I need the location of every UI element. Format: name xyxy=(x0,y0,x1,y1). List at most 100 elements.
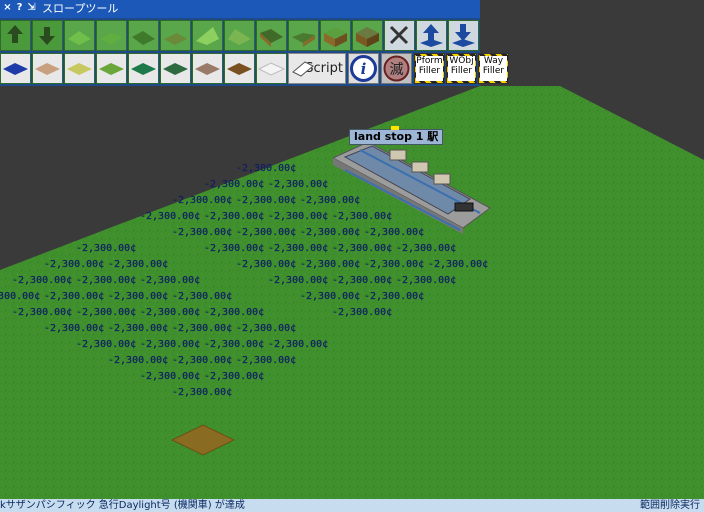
cost-label: -2,300.00¢ xyxy=(0,291,40,302)
cost-label: -2,300.00¢ xyxy=(140,211,200,222)
close-button[interactable]: × xyxy=(2,1,13,15)
texture-light-grass-button[interactable] xyxy=(64,53,95,84)
cost-label: -2,300.00¢ xyxy=(428,259,488,270)
info-icon: i xyxy=(350,55,377,82)
cost-label: -2,300.00¢ xyxy=(108,291,168,302)
cost-label: -2,300.00¢ xyxy=(172,323,232,334)
cost-label: -2,300.00¢ xyxy=(364,291,424,302)
slope-icon xyxy=(324,27,347,47)
cost-label: -2,300.00¢ xyxy=(12,275,72,286)
platform-filler-button[interactable]: Pform Filler xyxy=(414,53,445,84)
slope-icon xyxy=(260,29,283,47)
cost-label: -2,300.00¢ xyxy=(396,243,456,254)
cost-label: -2,300.00¢ xyxy=(236,163,296,174)
cost-label: -2,300.00¢ xyxy=(236,323,296,334)
destroy-button[interactable]: 滅 xyxy=(381,53,412,84)
cost-label: -2,300.00¢ xyxy=(300,291,360,302)
cost-label: -2,300.00¢ xyxy=(12,307,72,318)
raise-land-button[interactable] xyxy=(0,20,31,51)
texture-dirt-button[interactable] xyxy=(224,53,255,84)
slope-icon xyxy=(164,33,187,45)
window-title: スロープツール xyxy=(42,2,119,15)
arrow-down-icon xyxy=(452,24,475,47)
texture-sand-button[interactable] xyxy=(32,53,63,84)
cost-label: -2,300.00¢ xyxy=(332,243,392,254)
cost-label: -2,300.00¢ xyxy=(268,243,328,254)
cost-label: -2,300.00¢ xyxy=(204,339,264,350)
station-name: land stop 1 駅 xyxy=(354,130,439,143)
slope-double-south-button[interactable] xyxy=(256,20,287,51)
status-bar: kサザンパシフィック 急行Daylight号 (機関車) が達成 範囲削除実行 xyxy=(0,499,704,512)
cost-label: -2,300.00¢ xyxy=(204,307,264,318)
lower-land-button[interactable] xyxy=(32,20,63,51)
texture-water-button[interactable] xyxy=(0,53,31,84)
texture-dark-grass-button[interactable] xyxy=(128,53,159,84)
slope-icon xyxy=(196,27,219,45)
cost-label: -2,300.00¢ xyxy=(204,211,264,222)
slope-north-button[interactable] xyxy=(64,20,95,51)
script-icon xyxy=(292,61,314,77)
cost-label: -2,300.00¢ xyxy=(204,371,264,382)
way-filler-button[interactable]: Way Filler xyxy=(478,53,509,84)
lower-level-button[interactable] xyxy=(448,20,479,51)
svg-text:滅: 滅 xyxy=(390,62,404,78)
cost-label: -2,300.00¢ xyxy=(44,259,104,270)
arrow-down-icon xyxy=(39,27,55,45)
wobj-filler-button[interactable]: WObj Filler xyxy=(446,53,477,84)
help-button[interactable]: ? xyxy=(14,1,25,15)
cost-label: -2,300.00¢ xyxy=(300,195,360,206)
cost-label: -2,300.00¢ xyxy=(172,195,232,206)
grass-tile-icon xyxy=(67,63,92,75)
cost-label: -2,300.00¢ xyxy=(76,275,136,286)
window-titlebar[interactable]: × ? ⇲ スロープツール xyxy=(0,0,480,18)
cliff-north-button[interactable] xyxy=(320,20,351,51)
wobj-filler-label: WObj Filler xyxy=(448,56,475,81)
arrow-up-icon xyxy=(420,24,443,47)
way-filler-label: Way Filler xyxy=(480,56,507,81)
cross-icon xyxy=(389,25,409,45)
station-name-label[interactable]: land stop 1 駅 xyxy=(349,126,444,145)
texture-rock-button[interactable] xyxy=(192,53,223,84)
slope-double-east-button[interactable] xyxy=(224,20,255,51)
cost-label: -2,300.00¢ xyxy=(332,275,392,286)
cost-label: -2,300.00¢ xyxy=(140,307,200,318)
slope-west-button[interactable] xyxy=(160,20,191,51)
cost-label: -2,300.00¢ xyxy=(172,387,232,398)
slope-double-north-button[interactable] xyxy=(192,20,223,51)
pin-button[interactable]: ⇲ xyxy=(26,1,37,15)
slope-south-button[interactable] xyxy=(128,20,159,51)
water-tile-icon xyxy=(3,63,28,75)
texture-grass-button[interactable] xyxy=(96,53,127,84)
texture-snow-button[interactable] xyxy=(256,53,287,84)
slope-icon xyxy=(68,31,91,45)
grass-tile-icon xyxy=(131,63,156,75)
info-button[interactable]: i xyxy=(348,53,379,84)
cost-label: -2,300.00¢ xyxy=(332,307,392,318)
slope-icon xyxy=(228,29,251,45)
cost-label: -2,300.00¢ xyxy=(76,243,136,254)
sand-tile-icon xyxy=(35,63,60,75)
cost-label: -2,300.00¢ xyxy=(268,179,328,190)
platform-filler-label: Pform Filler xyxy=(416,56,443,81)
cost-label: -2,300.00¢ xyxy=(172,291,232,302)
cost-label: -2,300.00¢ xyxy=(140,275,200,286)
slope-tools-row xyxy=(0,20,480,51)
cost-label: -2,300.00¢ xyxy=(76,339,136,350)
cost-label: -2,300.00¢ xyxy=(172,355,232,366)
cost-label: -2,300.00¢ xyxy=(268,211,328,222)
cost-label: -2,300.00¢ xyxy=(268,339,328,350)
cost-label: -2,300.00¢ xyxy=(108,355,168,366)
cliff-east-button[interactable] xyxy=(352,20,383,51)
cost-label: -2,300.00¢ xyxy=(140,371,200,382)
snow-tile-icon xyxy=(257,62,286,76)
svg-text:i: i xyxy=(361,60,367,78)
script-button[interactable]: Script xyxy=(288,53,346,84)
slope-double-west-button[interactable] xyxy=(288,20,319,51)
raise-level-button[interactable] xyxy=(416,20,447,51)
destroy-icon: 滅 xyxy=(383,55,410,82)
remove-slope-button[interactable] xyxy=(384,20,415,51)
texture-forest-button[interactable] xyxy=(160,53,191,84)
slope-icon xyxy=(100,33,123,45)
slope-icon xyxy=(292,33,315,47)
slope-east-button[interactable] xyxy=(96,20,127,51)
